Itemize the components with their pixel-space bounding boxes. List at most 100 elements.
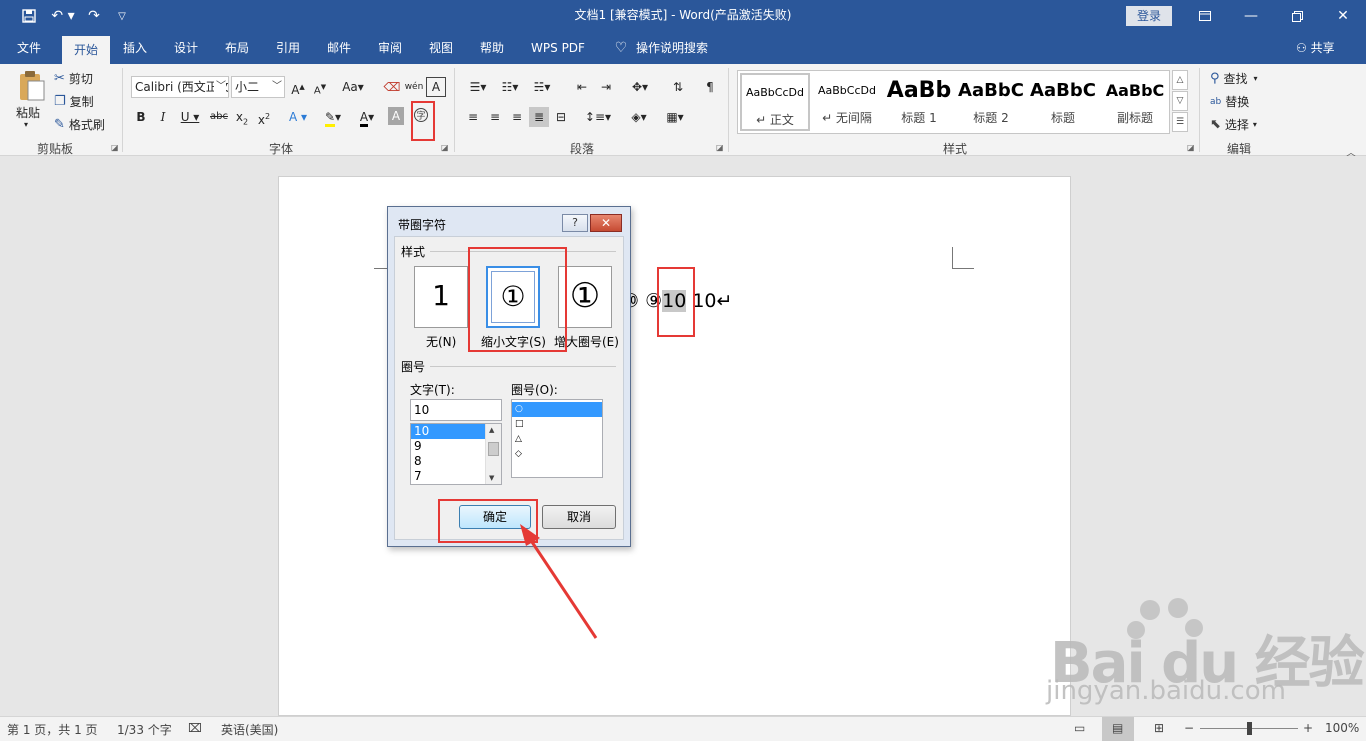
page-count[interactable]: 第 1 页，共 1 页 [7, 721, 98, 738]
scroll-thumb[interactable] [488, 442, 499, 456]
decrease-indent-icon[interactable]: ⇤ [572, 77, 592, 97]
dialog-close-icon[interactable]: ✕ [590, 214, 622, 232]
enclose-characters-icon[interactable]: 字 [411, 107, 431, 127]
word-count[interactable]: 1/33 个字 [117, 721, 172, 738]
format-painter-button[interactable]: ✎ 格式刷 [54, 116, 105, 133]
gallery-scroll-up-icon[interactable]: △ [1172, 70, 1188, 90]
login-button[interactable]: 登录 [1126, 6, 1172, 26]
grow-font-icon[interactable]: A▲ [288, 77, 308, 97]
increase-indent-icon[interactable]: ⇥ [596, 77, 616, 97]
font-name-combo[interactable]: Calibri (西文正文) ﹀ [131, 76, 229, 98]
shrink-font-icon[interactable]: A▼ [310, 77, 330, 97]
style-heading-2[interactable]: AaBbC 标题 2 [956, 73, 1026, 131]
bold-icon[interactable]: B [131, 107, 151, 127]
replace-button[interactable]: ab 替换 [1210, 93, 1249, 110]
list-scrollbar[interactable]: ▲ ▼ [485, 424, 501, 484]
style-option-enlarge-label[interactable]: 增大圈号(E) [554, 333, 619, 350]
scroll-down-icon[interactable]: ▼ [489, 474, 494, 482]
clear-formatting-icon[interactable]: ⌫ [382, 77, 402, 97]
zoom-level[interactable]: 100% [1325, 721, 1359, 735]
text-input[interactable]: 10 [410, 399, 502, 421]
strikethrough-icon[interactable]: abc [209, 107, 229, 127]
shading-icon[interactable]: ◈▾ [624, 107, 654, 127]
list-item[interactable]: △ [512, 432, 602, 447]
zoom-in-icon[interactable]: + [1303, 721, 1313, 735]
style-subtitle[interactable]: AaBbC 副标题 [1100, 73, 1170, 131]
language-indicator[interactable]: 英语(美国) [221, 721, 278, 738]
paragraph-launcher-icon[interactable]: ◪ [716, 143, 724, 152]
paste-label[interactable]: 粘贴 [16, 104, 40, 121]
gallery-scroll-down-icon[interactable]: ▽ [1172, 91, 1188, 111]
style-title[interactable]: AaBbC 标题 [1028, 73, 1098, 131]
bullets-icon[interactable]: ☰▾ [465, 77, 491, 97]
justify-icon[interactable]: ≣ [529, 107, 549, 127]
underline-icon[interactable]: U ▾ [175, 107, 205, 127]
text-list[interactable]: 10 9 8 7 ▲ ▼ [410, 423, 502, 485]
gallery-more-icon[interactable]: ☰ [1172, 112, 1188, 132]
distributed-icon[interactable]: ⊟ [551, 107, 571, 127]
tab-home[interactable]: 开始 [62, 36, 110, 64]
style-normal[interactable]: AaBbCcDd ↵ 正文 [740, 73, 810, 131]
tab-references[interactable]: 引用 [267, 32, 309, 64]
tab-layout[interactable]: 布局 [216, 32, 258, 64]
paste-dropdown-icon[interactable]: ▾ [24, 120, 28, 129]
subscript-icon[interactable]: x2 [232, 107, 252, 127]
line-spacing-icon[interactable]: ↕≡▾ [584, 107, 612, 127]
tab-wps-pdf[interactable]: WPS PDF [522, 32, 594, 64]
scroll-up-icon[interactable]: ▲ [489, 426, 494, 434]
styles-launcher-icon[interactable]: ◪ [1187, 143, 1195, 152]
show-marks-icon[interactable]: ¶ [700, 77, 720, 97]
list-item[interactable]: ◇ [512, 447, 602, 462]
close-icon[interactable]: ✕ [1320, 0, 1366, 32]
cut-button[interactable]: ✂ 剪切 [54, 70, 93, 87]
highlight-color-icon[interactable]: ✎▾ [318, 107, 348, 127]
document-text[interactable]: ⑩ ⑨10 10↵ [622, 290, 732, 312]
style-option-shrink-text[interactable]: ① [486, 266, 540, 328]
tab-review[interactable]: 审阅 [369, 32, 411, 64]
clipboard-launcher-icon[interactable]: ◪ [111, 143, 119, 152]
minimize-icon[interactable]: — [1228, 0, 1274, 32]
zoom-out-icon[interactable]: − [1184, 721, 1194, 735]
style-heading-1[interactable]: AaBb 标题 1 [884, 73, 954, 131]
borders-icon[interactable]: ▦▾ [660, 107, 690, 127]
list-item[interactable]: ○ [512, 402, 602, 417]
read-mode-icon[interactable]: ▭ [1074, 721, 1085, 735]
list-item[interactable]: 10 [411, 424, 485, 439]
web-layout-icon[interactable]: ⊞ [1154, 721, 1164, 735]
font-color-icon[interactable]: A▾ [352, 107, 382, 127]
align-center-icon[interactable]: ≡ [485, 107, 505, 127]
style-no-spacing[interactable]: AaBbCcDd ↵ 无间隔 [812, 73, 882, 131]
tab-insert[interactable]: 插入 [114, 32, 156, 64]
superscript-icon[interactable]: x2 [254, 107, 274, 127]
proofing-icon[interactable]: ⌧ [188, 721, 202, 735]
tab-mailings[interactable]: 邮件 [318, 32, 360, 64]
list-item[interactable]: □ [512, 417, 602, 432]
tab-design[interactable]: 设计 [165, 32, 207, 64]
share-button[interactable]: ⚇ 共享 [1296, 32, 1335, 64]
sort-icon[interactable]: ⇅ [668, 77, 688, 97]
zoom-slider-thumb[interactable] [1247, 722, 1252, 735]
font-launcher-icon[interactable]: ◪ [441, 143, 449, 152]
style-option-enlarge-symbol[interactable]: ① [558, 266, 612, 328]
select-button[interactable]: ⬉ 选择 ▾ [1210, 116, 1257, 133]
ribbon-display-icon[interactable] [1182, 0, 1228, 32]
phonetic-guide-icon[interactable]: wén [404, 77, 424, 97]
tab-file[interactable]: 文件 [4, 32, 54, 64]
tab-help[interactable]: 帮助 [471, 32, 513, 64]
italic-icon[interactable]: I [153, 107, 173, 127]
help-icon[interactable]: ? [562, 214, 588, 232]
font-size-combo[interactable]: 小二 ﹀ [231, 76, 285, 98]
undo-icon[interactable]: ↶ ▾ [48, 6, 78, 26]
chinese-layout-icon[interactable]: ✥▾ [626, 77, 654, 97]
copy-button[interactable]: ❐ 复制 [54, 93, 94, 110]
save-icon[interactable] [18, 6, 40, 26]
align-left-icon[interactable]: ≡ [463, 107, 483, 127]
style-option-none-label[interactable]: 无(N) [426, 333, 456, 350]
align-right-icon[interactable]: ≡ [507, 107, 527, 127]
style-option-none[interactable]: 1 [414, 266, 468, 328]
change-case-icon[interactable]: Aa▾ [338, 77, 368, 97]
text-effects-icon[interactable]: A ▾ [282, 107, 314, 127]
numbering-icon[interactable]: ☷▾ [497, 77, 523, 97]
find-button[interactable]: ⚲ 查找 ▾ [1210, 70, 1258, 87]
paste-icon[interactable] [14, 68, 50, 104]
